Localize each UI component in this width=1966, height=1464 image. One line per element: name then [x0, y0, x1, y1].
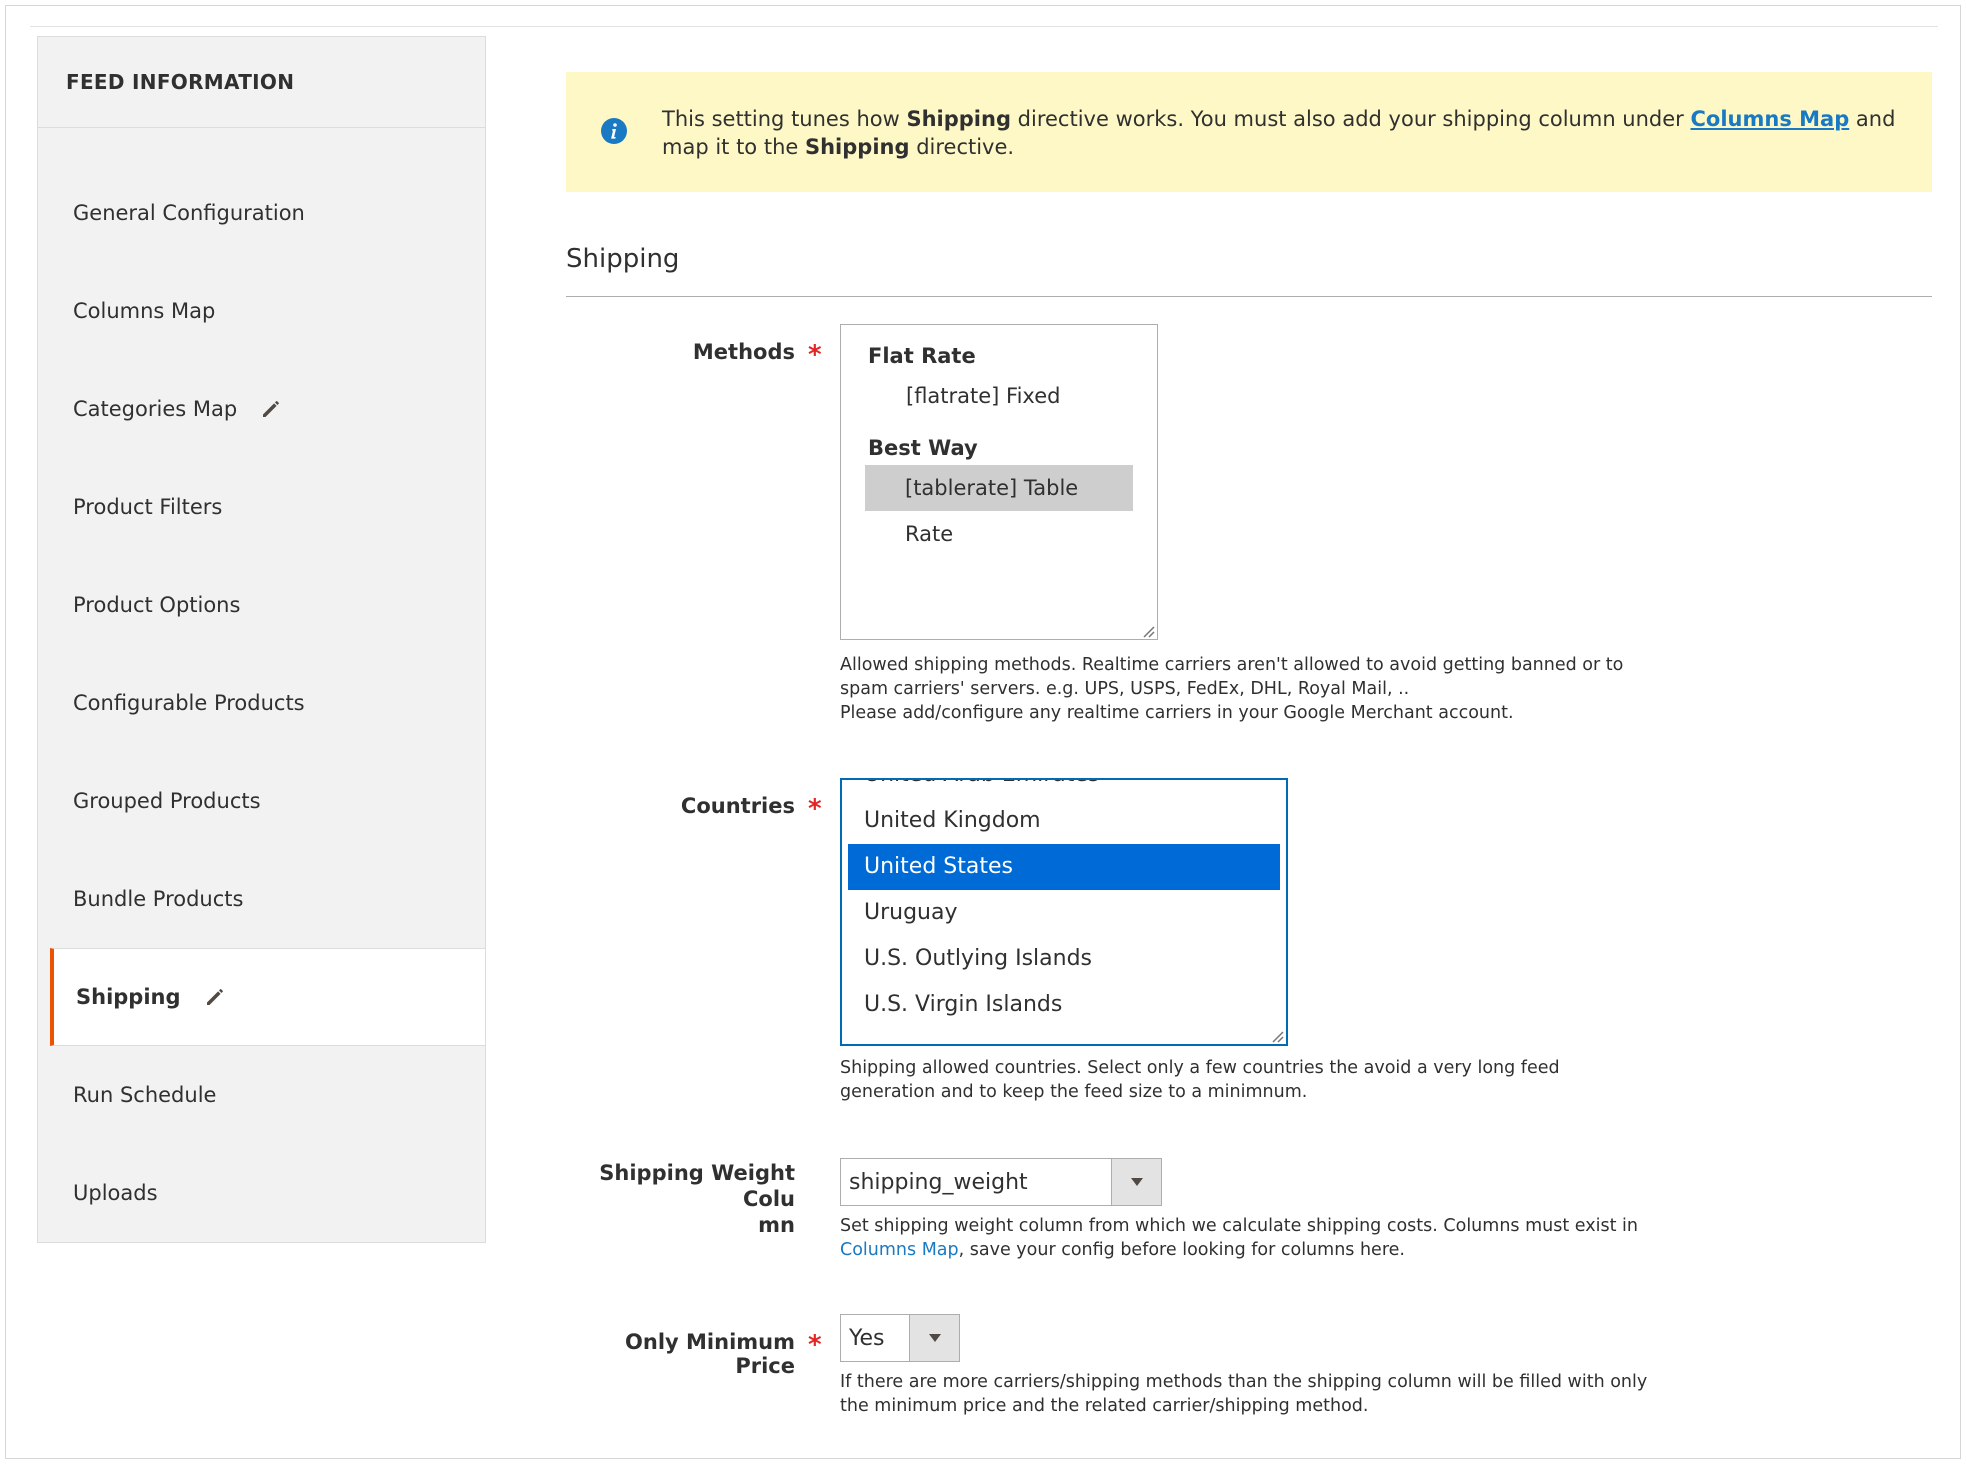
min-price-value: Yes: [849, 1325, 885, 1351]
optgroup-best-way: Best Way: [868, 436, 978, 460]
sidebar-item-label: Uploads: [73, 1180, 158, 1205]
methods-note-line: Please add/configure any realtime carrie…: [840, 703, 1514, 723]
weight-column-select[interactable]: shipping_weight: [840, 1158, 1162, 1206]
method-option-selected[interactable]: [tablerate] Table Rate: [865, 465, 1133, 546]
required-marker: [808, 1330, 822, 1360]
methods-label: Methods: [692, 340, 795, 364]
weight-column-note: Set shipping weight column from which we…: [840, 1214, 1660, 1262]
sidebar-item-label: Columns Map: [73, 298, 216, 323]
min-price-label: Only Minimum Price: [625, 1330, 795, 1378]
columns-map-link[interactable]: Columns Map: [1691, 107, 1850, 131]
info-notice: This setting tunes how Shipping directiv…: [566, 72, 1932, 192]
sidebar-item-columns-map[interactable]: Columns Map: [38, 262, 485, 360]
methods-note-line: Allowed shipping methods. Realtime carri…: [840, 655, 1624, 699]
methods-note: Allowed shipping methods. Realtime carri…: [840, 653, 1660, 725]
sidebar-item-label: Grouped Products: [73, 788, 261, 813]
min-price-select[interactable]: Yes: [840, 1314, 960, 1362]
sidebar-item-general-configuration[interactable]: General Configuration: [38, 128, 485, 262]
country-option[interactable]: United Kingdom: [842, 798, 1286, 844]
sidebar-title: FEED INFORMATION: [37, 36, 486, 128]
resize-handle-icon[interactable]: [1270, 1028, 1284, 1043]
sidebar-item-label: Configurable Products: [73, 690, 305, 715]
weight-column-label-line: mn: [758, 1213, 795, 1237]
sidebar-item-categories-map[interactable]: Categories Map: [38, 360, 485, 458]
sidebar-item-bundle-products[interactable]: Bundle Products: [38, 850, 485, 948]
sidebar-item-label: General Configuration: [73, 200, 305, 225]
country-option[interactable]: U.S. Outlying Islands: [842, 936, 1286, 982]
sidebar-item-label: Run Schedule: [73, 1082, 217, 1107]
sidebar-item-run-schedule[interactable]: Run Schedule: [38, 1046, 485, 1144]
sidebar-item-label: Shipping: [76, 985, 181, 1009]
notice-text: directive works. You must also add your …: [1011, 107, 1691, 131]
sidebar-item-label: Categories Map: [73, 396, 238, 421]
section-divider: [566, 296, 1932, 297]
chevron-down-icon[interactable]: [1111, 1159, 1161, 1205]
methods-multiselect[interactable]: Flat Rate [flatrate] Fixed Best Way [tab…: [840, 324, 1158, 640]
countries-note: Shipping allowed countries. Select only …: [840, 1058, 1560, 1102]
country-option[interactable]: U.S. Virgin Islands: [842, 982, 1286, 1028]
countries-label: Countries: [680, 794, 795, 818]
sidebar-item-product-options[interactable]: Product Options: [38, 556, 485, 654]
sidebar-item-label: Product Filters: [73, 494, 223, 519]
weight-column-note-text: , save your config before looking for co…: [958, 1240, 1405, 1260]
sidebar-item-label: Bundle Products: [73, 886, 244, 911]
country-option[interactable]: United Arab Emirates: [842, 780, 1286, 798]
weight-column-value: shipping_weight: [849, 1169, 1028, 1195]
info-icon: [600, 117, 628, 145]
notice-text: directive.: [909, 135, 1015, 159]
required-marker: [808, 340, 822, 370]
sidebar-item-product-filters[interactable]: Product Filters: [38, 458, 485, 556]
country-option[interactable]: Uruguay: [842, 890, 1286, 936]
chevron-down-icon[interactable]: [909, 1315, 959, 1361]
resize-handle-icon[interactable]: [1141, 623, 1155, 638]
sidebar-item-configurable-products[interactable]: Configurable Products: [38, 654, 485, 752]
sidebar-item-grouped-products[interactable]: Grouped Products: [38, 752, 485, 850]
sidebar-nav: General Configuration Columns Map Catego…: [37, 128, 486, 1243]
pencil-icon: [259, 397, 283, 421]
weight-column-note-text: Set shipping weight column from which we…: [840, 1216, 1638, 1236]
country-option-selected[interactable]: United States: [848, 844, 1280, 890]
top-divider: [30, 26, 1938, 27]
min-price-note: If there are more carriers/shipping meth…: [840, 1372, 1648, 1416]
countries-multiselect[interactable]: United Arab Emirates United Kingdom Unit…: [840, 778, 1288, 1046]
required-marker: [808, 794, 822, 824]
notice-bold: Shipping: [906, 107, 1011, 131]
weight-column-label: Shipping Weight Colu mn: [570, 1160, 795, 1238]
notice-text: This setting tunes how: [662, 107, 907, 131]
notice-bold: Shipping: [804, 135, 910, 159]
sidebar-item-shipping[interactable]: Shipping: [50, 948, 485, 1046]
notice-message: This setting tunes how Shipping directiv…: [662, 105, 1902, 161]
method-option[interactable]: [flatrate] Fixed: [841, 373, 1157, 419]
pencil-icon: [203, 985, 227, 1009]
section-title: Shipping: [566, 244, 680, 274]
columns-map-link[interactable]: Columns Map: [840, 1240, 959, 1260]
sidebar-item-uploads[interactable]: Uploads: [38, 1144, 485, 1242]
feed-information-sidebar: FEED INFORMATION General Configuration C…: [37, 36, 486, 1243]
sidebar-item-label: Product Options: [73, 592, 241, 617]
weight-column-label-line: Shipping Weight Colu: [599, 1161, 795, 1211]
optgroup-flat-rate: Flat Rate: [868, 344, 976, 368]
